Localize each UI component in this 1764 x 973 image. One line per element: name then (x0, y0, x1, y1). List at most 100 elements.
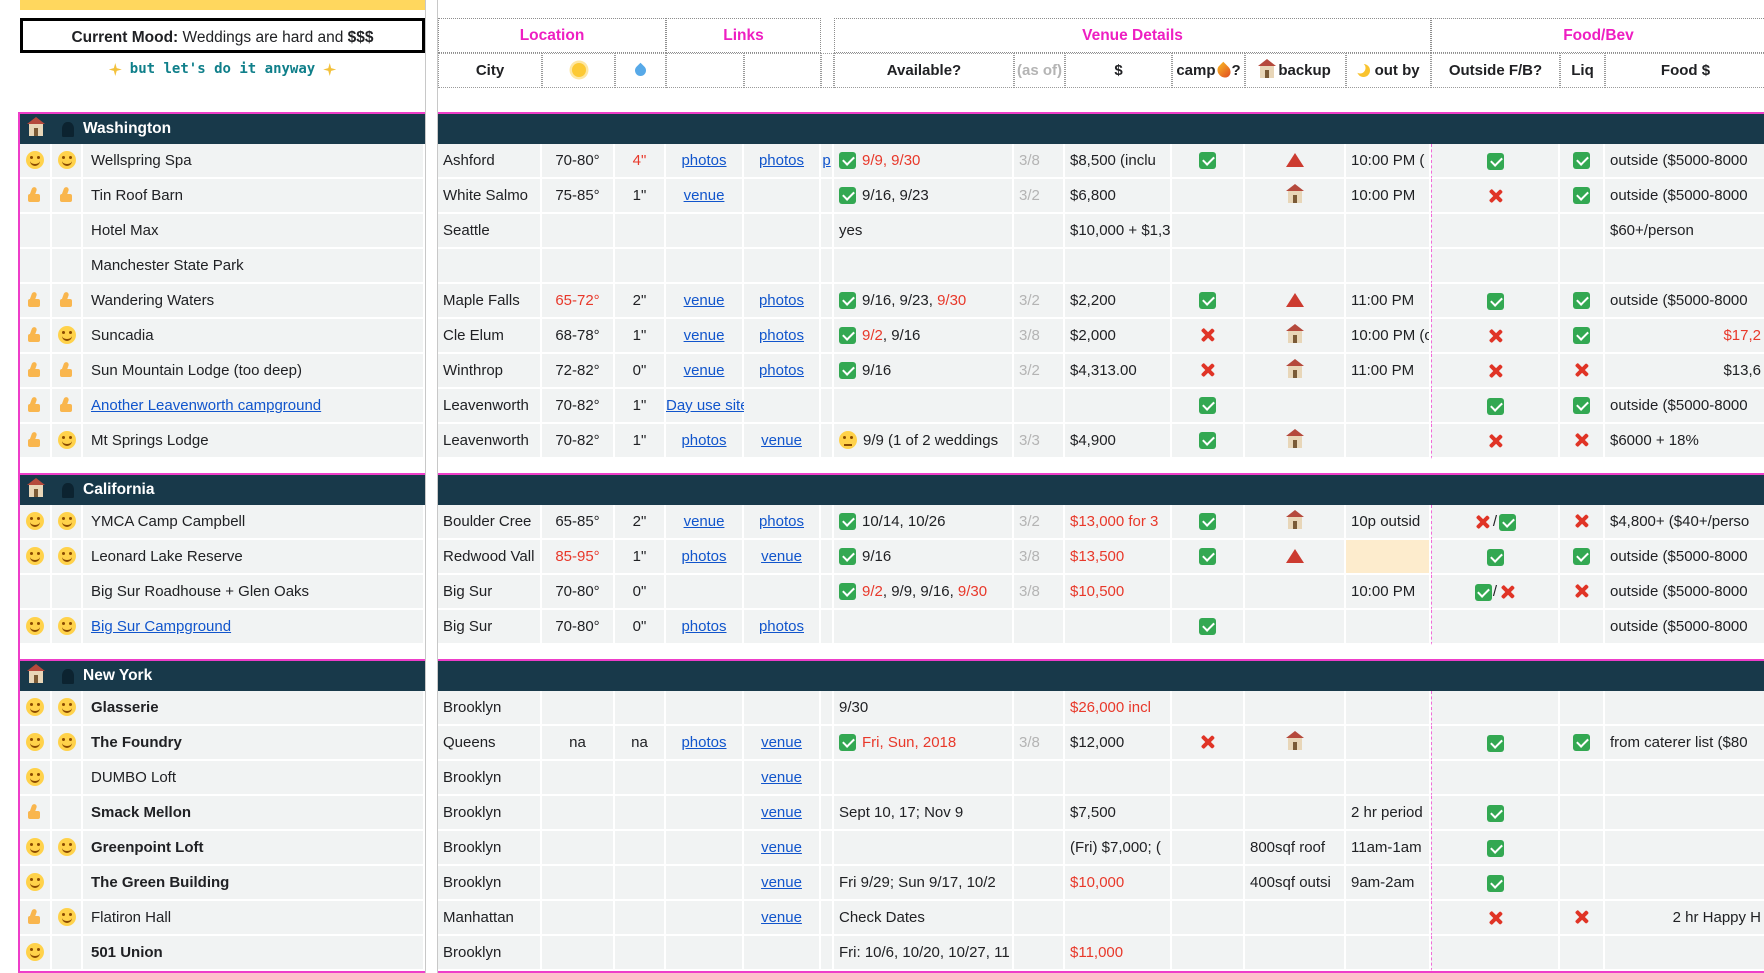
venue-name-cell[interactable]: Smack Mellon (83, 796, 425, 831)
link-2-cell[interactable] (744, 691, 821, 726)
section-icon-cell[interactable] (52, 475, 83, 505)
liquor-cell[interactable] (1560, 505, 1605, 540)
as-of-cell[interactable] (1014, 796, 1065, 831)
out-by-cell[interactable] (1346, 901, 1431, 936)
col-header-as-of[interactable]: (as of) (1014, 53, 1065, 88)
link-3-cell[interactable] (821, 540, 834, 575)
liquor-cell[interactable] (1560, 831, 1605, 866)
food-cost-cell[interactable]: $60+/person (1605, 214, 1764, 249)
food-cost-cell[interactable] (1605, 796, 1764, 831)
link-3-cell[interactable] (821, 214, 834, 249)
price-cell[interactable]: $10,000 (1065, 866, 1172, 901)
col-header-outside-fb[interactable]: Outside F/B? (1431, 53, 1560, 88)
link-photos[interactable]: photos (681, 152, 726, 169)
as-of-cell[interactable]: 3/8 (1014, 575, 1065, 610)
link-2-cell[interactable]: venue (744, 901, 821, 936)
temp-cell[interactable] (542, 866, 615, 901)
city-cell[interactable]: Big Sur (438, 610, 542, 645)
link-venue[interactable]: venue (684, 513, 725, 530)
rating-2-cell[interactable] (52, 540, 83, 575)
camp-cell[interactable] (1172, 691, 1245, 726)
backup-cell[interactable] (1245, 424, 1346, 459)
liquor-cell[interactable] (1560, 575, 1605, 610)
link-photos[interactable]: photos (759, 618, 804, 635)
temp-cell[interactable] (542, 901, 615, 936)
price-cell[interactable]: $10,000 + $1,3 (1065, 214, 1172, 249)
available-cell[interactable]: 9/16, 9/23, 9/30 (834, 284, 1014, 319)
link-venue[interactable]: venue (761, 804, 802, 821)
freeze-pane-divider[interactable] (425, 0, 438, 973)
outside-fb-cell[interactable] (1431, 901, 1560, 936)
out-by-cell[interactable] (1346, 726, 1431, 761)
link-1-cell[interactable] (666, 575, 744, 610)
temp-cell[interactable] (542, 249, 615, 284)
out-by-cell[interactable]: 10:00 PM ( (1346, 144, 1431, 179)
backup-cell[interactable] (1245, 901, 1346, 936)
link-photos[interactable]: photos (681, 734, 726, 751)
outside-fb-cell[interactable] (1431, 144, 1560, 179)
as-of-cell[interactable] (1014, 831, 1065, 866)
as-of-cell[interactable]: 3/8 (1014, 319, 1065, 354)
city-cell[interactable]: Brooklyn (438, 936, 542, 971)
available-cell[interactable] (834, 761, 1014, 796)
rain-cell[interactable] (615, 761, 666, 796)
liquor-cell[interactable] (1560, 424, 1605, 459)
backup-cell[interactable] (1245, 249, 1346, 284)
price-cell[interactable]: $26,000 incl (1065, 691, 1172, 726)
backup-cell[interactable] (1245, 214, 1346, 249)
section-icon-cell[interactable] (52, 114, 83, 144)
camp-cell[interactable] (1172, 505, 1245, 540)
available-cell[interactable] (834, 831, 1014, 866)
rain-cell[interactable] (615, 831, 666, 866)
liquor-cell[interactable] (1560, 319, 1605, 354)
liquor-cell[interactable] (1560, 354, 1605, 389)
as-of-cell[interactable] (1014, 866, 1065, 901)
available-cell[interactable]: Fri: 10/6, 10/20, 10/27, 11 (834, 936, 1014, 971)
city-cell[interactable]: Boulder Cree (438, 505, 542, 540)
price-cell[interactable] (1065, 610, 1172, 645)
outside-fb-cell[interactable] (1431, 319, 1560, 354)
rain-cell[interactable] (615, 691, 666, 726)
rain-cell[interactable]: 0" (615, 354, 666, 389)
link-1-cell[interactable] (666, 936, 744, 971)
link-2-cell[interactable]: photos (744, 610, 821, 645)
venue-name-cell[interactable]: DUMBO Loft (83, 761, 425, 796)
as-of-cell[interactable]: 3/2 (1014, 505, 1065, 540)
link-3-cell[interactable] (821, 866, 834, 901)
venue-name-link[interactable]: Another Leavenworth campground (91, 397, 321, 414)
city-cell[interactable]: Brooklyn (438, 761, 542, 796)
rain-cell[interactable]: 0" (615, 610, 666, 645)
venue-name-cell[interactable]: Big Sur Roadhouse + Glen Oaks (83, 575, 425, 610)
food-cost-cell[interactable] (1605, 761, 1764, 796)
as-of-cell[interactable]: 3/2 (1014, 284, 1065, 319)
link-2-cell[interactable] (744, 179, 821, 214)
available-cell[interactable]: 10/14, 10/26 (834, 505, 1014, 540)
temp-cell[interactable] (542, 796, 615, 831)
link-venue[interactable]: venue (684, 292, 725, 309)
city-cell[interactable]: Winthrop (438, 354, 542, 389)
city-cell[interactable]: Brooklyn (438, 691, 542, 726)
rain-cell[interactable] (615, 866, 666, 901)
link-1-cell[interactable]: photos (666, 540, 744, 575)
link-p[interactable]: p (822, 152, 830, 169)
as-of-cell[interactable]: 3/2 (1014, 354, 1065, 389)
price-cell[interactable]: $13,500 (1065, 540, 1172, 575)
available-cell[interactable]: Check Dates (834, 901, 1014, 936)
rating-1-cell[interactable] (20, 424, 52, 459)
available-cell[interactable] (834, 249, 1014, 284)
food-cost-cell[interactable]: outside ($5000-8000 (1605, 144, 1764, 179)
liquor-cell[interactable] (1560, 901, 1605, 936)
venue-name-cell[interactable]: The Foundry (83, 726, 425, 761)
as-of-cell[interactable] (1014, 249, 1065, 284)
section-fill-cell[interactable] (438, 475, 1764, 505)
backup-cell[interactable] (1245, 610, 1346, 645)
city-cell[interactable]: Queens (438, 726, 542, 761)
out-by-cell[interactable] (1346, 540, 1431, 575)
price-cell[interactable]: $7,500 (1065, 796, 1172, 831)
food-cost-cell[interactable]: outside ($5000-8000 (1605, 540, 1764, 575)
city-cell[interactable]: Leavenworth (438, 424, 542, 459)
rating-2-cell[interactable] (52, 691, 83, 726)
available-cell[interactable]: 9/2, 9/9, 9/16, 9/30 (834, 575, 1014, 610)
rating-2-cell[interactable] (52, 284, 83, 319)
camp-cell[interactable] (1172, 354, 1245, 389)
